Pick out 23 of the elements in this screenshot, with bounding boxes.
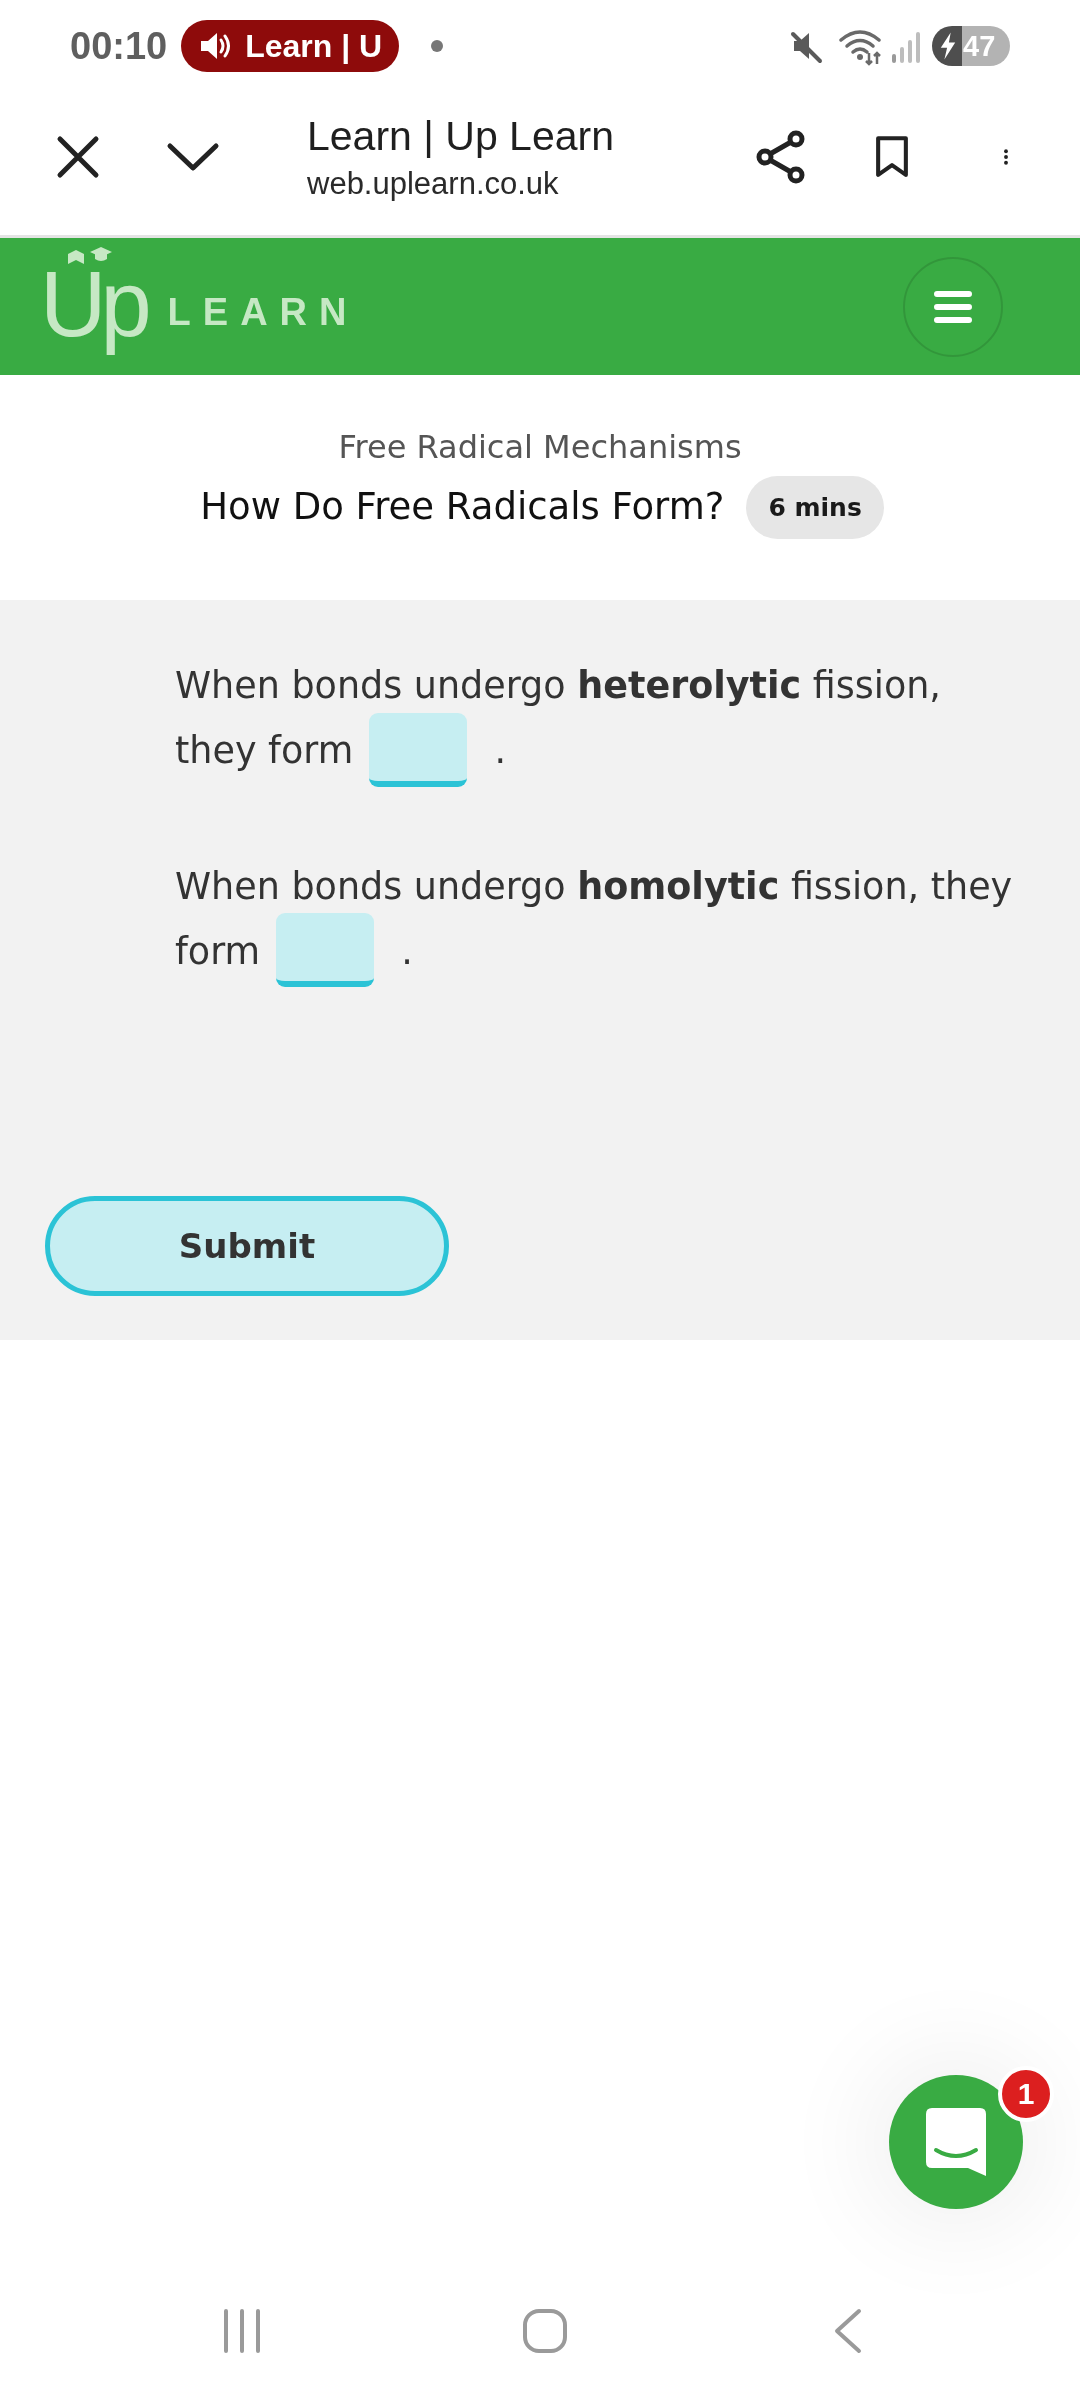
- question-text: When bonds undergo homolytic fission, they form .: [175, 853, 1020, 987]
- back-icon[interactable]: [832, 2307, 863, 2354]
- battery-level-text: 47: [963, 31, 996, 61]
- menu-button[interactable]: [903, 256, 1003, 357]
- submit-button[interactable]: Submit: [45, 1196, 449, 1296]
- notification-dot-icon: [431, 40, 444, 52]
- lightning-bolt-icon: [939, 32, 957, 60]
- chat-bubble-icon: [926, 2108, 986, 2176]
- page-url: web.uplearn.co.uk: [307, 165, 559, 202]
- lesson-title: How Do Free Radicals Form?: [200, 484, 725, 530]
- page-title: Learn | Up Learn: [307, 111, 614, 160]
- question-text: When bonds undergo heterolytic fission, they form .: [175, 653, 1020, 787]
- close-icon[interactable]: [56, 134, 100, 179]
- menu-icon: [933, 289, 973, 324]
- home-icon[interactable]: [521, 2307, 568, 2354]
- recent-apps-icon[interactable]: [221, 2307, 262, 2354]
- media-chip[interactable]: Learn | U: [181, 20, 400, 72]
- logo-wordmark: LEARN: [167, 291, 359, 334]
- media-chip-text: Learn | U: [245, 27, 383, 65]
- logo-mark: Up: [40, 257, 146, 356]
- clock-text: 00:10: [70, 24, 168, 68]
- lesson-topic: Free Radical Mechanisms: [338, 427, 742, 468]
- duration-badge: 6 mins: [746, 475, 884, 539]
